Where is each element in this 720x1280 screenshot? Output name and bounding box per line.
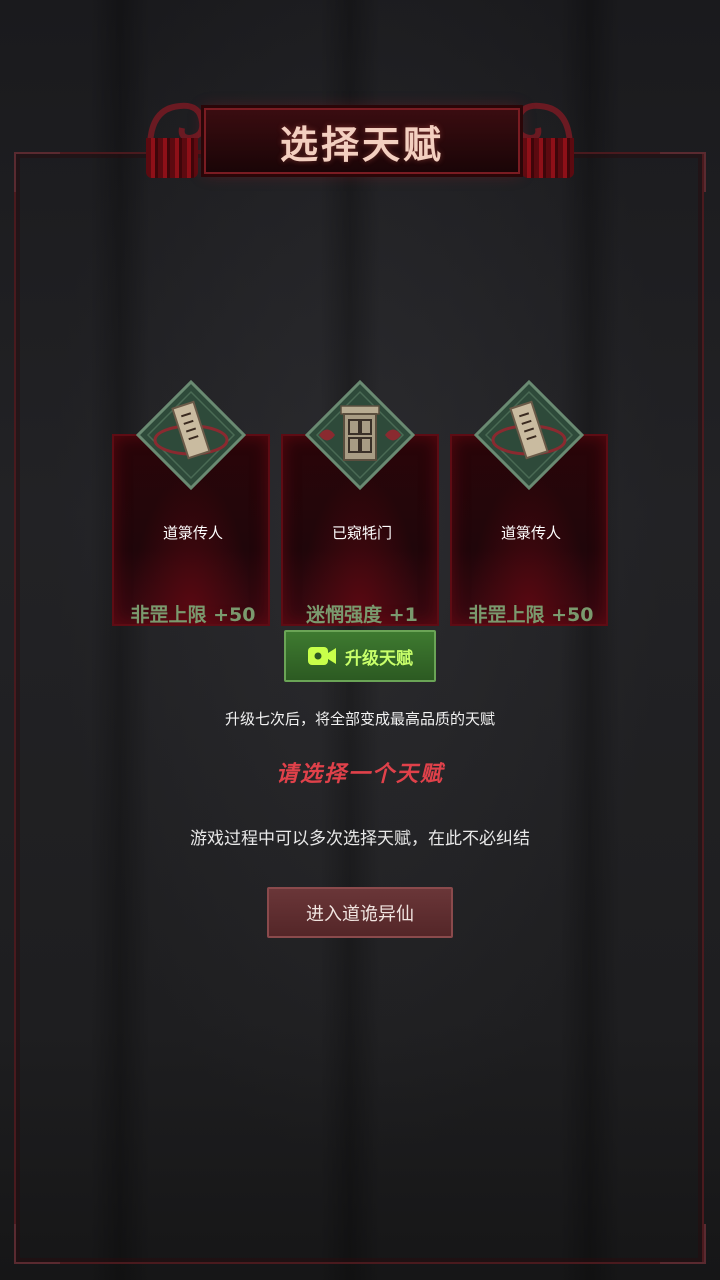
frame-corner-ornament-icon: [14, 152, 60, 192]
page-title: 选择天赋: [279, 122, 444, 167]
talisman-scroll-icon: [136, 380, 246, 490]
talent-effect: 迷惘强度 +1: [306, 604, 418, 626]
door-gate-icon: [305, 380, 415, 490]
title-plate: 选择天赋: [204, 108, 520, 174]
curtain-decoration: [522, 138, 574, 178]
upgrade-talent-label: 升级天赋: [345, 648, 413, 669]
frame-corner-ornament-icon: [14, 1224, 60, 1264]
talent-effect: 非罡上限 +50: [468, 604, 594, 626]
video-camera-icon: [308, 647, 336, 665]
talent-name: 道箓传人: [162, 524, 223, 542]
info-text: 游戏过程中可以多次选择天赋，在此不必纠结: [190, 829, 530, 849]
frame-corner-ornament-icon: [660, 1224, 706, 1264]
select-prompt-text: 请选择一个天赋: [275, 761, 444, 787]
title-banner: 选择天赋: [140, 78, 580, 182]
talent-effect: 非罡上限 +50: [130, 604, 256, 626]
talisman-scroll-icon: [474, 380, 584, 490]
talent-name: 已窥牦门: [331, 524, 392, 542]
enter-game-button[interactable]: 进入道诡异仙: [267, 887, 453, 938]
talent-card-list: 道箓传人 非罡上限 +50 已窥牦门 迷惘强度 +1 道箓传人 非罡上限 +50: [112, 380, 608, 630]
curtain-decoration: [146, 138, 198, 178]
upgrade-hint-text: 升级七次后，将全部变成最高品质的天赋: [224, 710, 495, 728]
frame-corner-ornament-icon: [660, 152, 706, 192]
talent-name: 道箓传人: [500, 524, 561, 542]
upgrade-talent-button[interactable]: 升级天赋: [284, 630, 436, 682]
